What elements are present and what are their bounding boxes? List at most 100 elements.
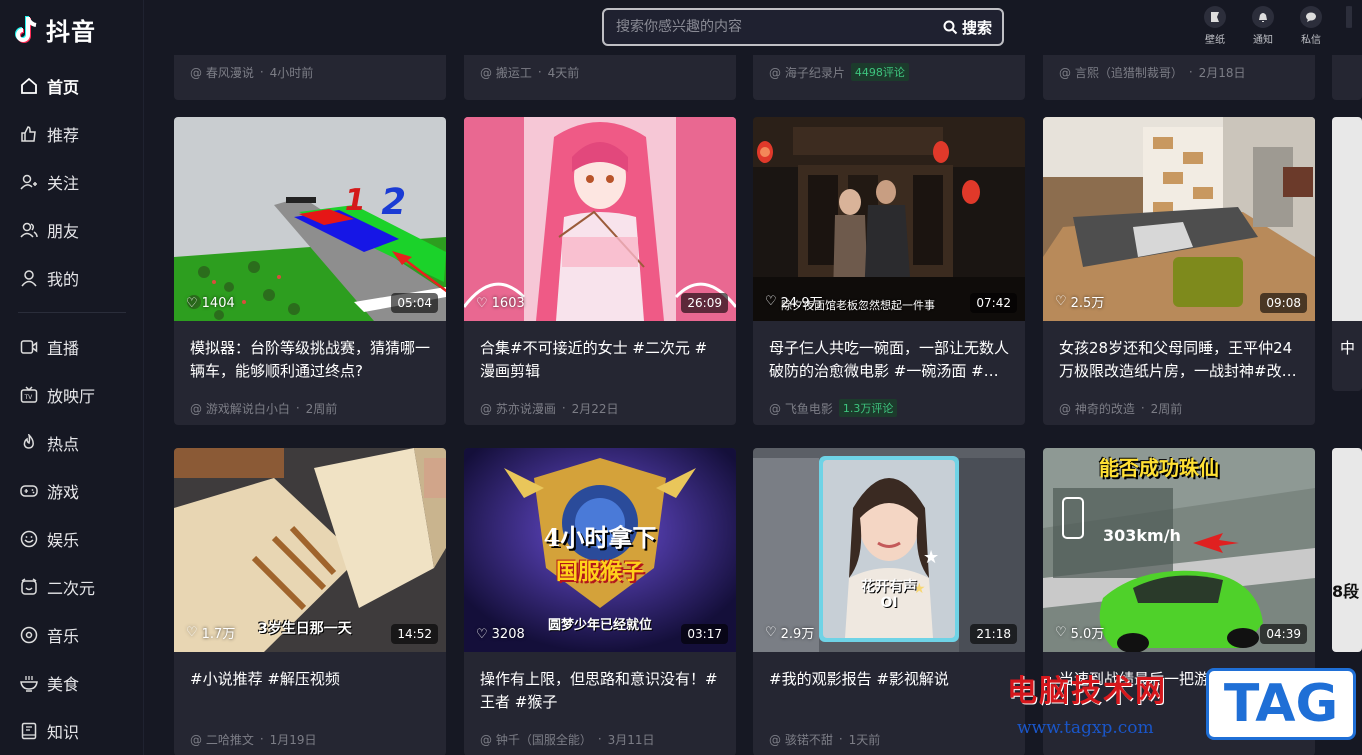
video-duration: 04:39 [1260,624,1307,644]
video-meta: @ 骇锘不甜 · 1天前 [753,722,1025,755]
video-thumbnail[interactable]: ★ ★ 花开有声 OI ♡ 2.9万 21:18 [753,448,1025,652]
video-meta: @ 二哈推文 · 1月19日 [174,722,446,755]
video-card-partial[interactable]: @ 搬运工 · 4天前 [464,55,736,100]
video-card-partial[interactable]: @ 春风漫说 · 4小时前 [174,55,446,100]
search-button[interactable]: 搜索 [933,17,1002,38]
sidebar-item-anime[interactable]: 二次元 [0,563,144,611]
thumbnail-caption: 3岁生日那一天 [258,621,352,637]
sidebar-item-label: 音乐 [47,627,80,646]
message-button[interactable]: 私信 [1298,6,1324,46]
like-count: ♡ 2.5万 [1055,292,1104,311]
heart-icon: ♡ [186,296,198,311]
logo[interactable]: 抖音 [12,12,96,47]
video-author[interactable]: @ 海子纪录片 [769,64,845,81]
video-thumbnail[interactable]: 3岁生日那一天 ♡ 1.7万 14:52 [174,448,446,652]
video-card-partial[interactable]: @ 言熙（追猎制裁哥） · 2月18日 [1043,55,1315,100]
video-card[interactable]: ★ ★ 花开有声 OI ♡ 2.9万 21:18 #我的观影报告 #影视解说 @ … [753,448,1025,755]
video-thumbnail[interactable]: 除夕夜面馆老板忽然想起一件事 ♡ 24.9万 07:42 [753,117,1025,321]
video-thumbnail[interactable]: 8段 [1332,448,1362,652]
video-thumbnail[interactable]: 1 2 ♡ 1404 05:04 [174,117,446,321]
sidebar-item-home[interactable]: 首页 [0,62,144,110]
like-count-value: 1404 [201,296,235,311]
video-author[interactable]: @ 骇锘不甜 [769,731,833,748]
video-thumbnail[interactable]: ♡ 1603 26:09 [464,117,736,321]
sidebar-item-label: 我的 [47,270,80,289]
search-input[interactable] [604,10,933,44]
sidebar-item-hot[interactable]: 热点 [0,419,144,467]
sidebar-item-music[interactable]: 音乐 [0,611,144,659]
sidebar-item-knowledge[interactable]: 知识 [0,707,144,755]
video-time: 4天前 [547,65,580,80]
video-time: 2月18日 [1198,65,1246,80]
thumbnail-image [464,117,736,321]
thumbnail-subheadline: 国服猴子 [555,560,644,585]
video-card-partial[interactable]: 中 [1332,117,1362,391]
video-card[interactable]: ♡ 2.5万 09:08 女孩28岁还和父母同睡，王平仲24万极限改造纸片房，一战… [1043,117,1315,425]
sidebar-item-food[interactable]: 美食 [0,659,144,707]
video-thumbnail[interactable]: 4小时拿下 国服猴子 圆梦少年已经就位 ♡ 3208 03:17 [464,448,736,652]
bell-icon [1252,6,1274,28]
sidebar-item-friends[interactable]: 朋友 [0,206,144,254]
sidebar-item-entertainment[interactable]: 娱乐 [0,515,144,563]
video-card-partial[interactable]: @ 海子纪录片 4498评论 [753,55,1025,100]
sidebar-item-games[interactable]: 游戏 [0,467,144,515]
video-author[interactable]: @ 春风漫说 [190,64,254,81]
wallpaper-icon [1204,6,1226,28]
video-card-partial[interactable]: 8段 [1332,448,1362,652]
more-button-partial[interactable] [1346,6,1352,46]
sidebar-item-label: 朋友 [47,222,80,241]
video-title[interactable]: 中 [1332,321,1362,391]
sidebar-item-live[interactable]: 直播 [0,323,144,371]
video-card[interactable]: ♡ 1603 26:09 合集#不可接近的女士 #二次元 #漫画剪辑 @ 苏亦说漫… [464,117,736,425]
video-card[interactable]: 1 2 ♡ 1404 05:04 模拟器：台阶等级挑战赛，猜猜哪一辆车，能够顺利通… [174,117,446,425]
video-card[interactable]: 3岁生日那一天 ♡ 1.7万 14:52 #小说推荐 #解压视频 @ 二哈推文 · 1… [174,448,446,755]
sidebar-item-follow[interactable]: 关注 [0,158,144,206]
sidebar-item-label: 知识 [47,723,80,742]
sidebar-item-label: 关注 [47,174,80,193]
video-time: 1天前 [848,732,881,747]
thumbnail-caption: 8段 [1332,582,1360,601]
video-author[interactable]: @ 搬运工 [480,64,532,81]
video-card-partial[interactable] [1332,55,1362,100]
notification-button[interactable]: 通知 [1250,6,1276,46]
wallpaper-button[interactable]: 壁纸 [1202,6,1228,46]
video-meta: @ 言熙（追猎制裁哥） · 2月18日 [1043,55,1315,89]
video-author[interactable]: @ 飞鱼电影 [769,400,833,417]
video-duration: 07:42 [970,293,1017,313]
like-count-value: 2.5万 [1070,296,1105,311]
video-duration: 21:18 [970,624,1017,644]
video-author[interactable]: @ 钟千（国服全能） [480,731,592,748]
video-thumbnail[interactable] [1332,117,1362,321]
thumbnail-image [1043,117,1315,321]
video-thumbnail[interactable]: 能否成功珠仙 303km/h ♡ 5.0万 04:39 [1043,448,1315,652]
like-count-value: 5.0万 [1070,627,1105,642]
video-thumbnail[interactable]: ♡ 2.5万 09:08 [1043,117,1315,321]
video-title[interactable]: 模拟器：台阶等级挑战赛，猜猜哪一辆车，能够顺利通过终点? [174,321,446,391]
video-card[interactable]: 除夕夜面馆老板忽然想起一件事 ♡ 24.9万 07:42 母子仨人共吃一碗面，一部… [753,117,1025,425]
video-title[interactable]: 母子仨人共吃一碗面，一部让无数人破防的治愈微电影 #一碗汤面 #… [753,321,1025,391]
video-author[interactable]: @ 二哈推文 [190,731,254,748]
video-meta: @ 游戏解说白小白 · 2周前 [174,391,446,425]
video-duration: 05:04 [391,293,438,313]
sidebar-nav: 首页 推荐 关注 朋友 我的 直播 TV 放映厅 热点 游戏 娱乐 二次元 音乐… [0,62,144,755]
sidebar-item-mine[interactable]: 我的 [0,254,144,302]
video-author[interactable]: @ 神奇的改造 [1059,400,1135,417]
thumbnail-headline: 能否成功珠仙 [1099,456,1219,480]
video-title[interactable]: #我的观影报告 #影视解说 [753,652,1025,722]
video-author[interactable]: @ 苏亦说漫画 [480,400,556,417]
video-title[interactable]: 操作有上限，但思路和意识没有！#王者 #猴子 [464,652,736,722]
video-title[interactable]: 合集#不可接近的女士 #二次元 #漫画剪辑 [464,321,736,391]
meta-dot: · [1140,401,1145,415]
heart-icon: ♡ [765,625,777,640]
video-author[interactable]: @ 言熙（追猎制裁哥） [1059,64,1183,81]
watermark-site-name: 电脑技术网 [1007,674,1167,709]
like-count-value: 2.9万 [780,627,815,642]
video-title[interactable]: #小说推荐 #解压视频 [174,652,446,722]
video-title[interactable]: 女孩28岁还和父母同睡，王平仲24万极限改造纸片房，一战封神#改… [1043,321,1315,391]
video-duration: 03:17 [681,624,728,644]
sidebar-item-theater[interactable]: TV 放映厅 [0,371,144,419]
search-button-label: 搜索 [961,18,992,37]
video-author[interactable]: @ 游戏解说白小白 [190,400,290,417]
sidebar-item-recommend[interactable]: 推荐 [0,110,144,158]
video-card[interactable]: 4小时拿下 国服猴子 圆梦少年已经就位 ♡ 3208 03:17 操作有上限，但思… [464,448,736,755]
